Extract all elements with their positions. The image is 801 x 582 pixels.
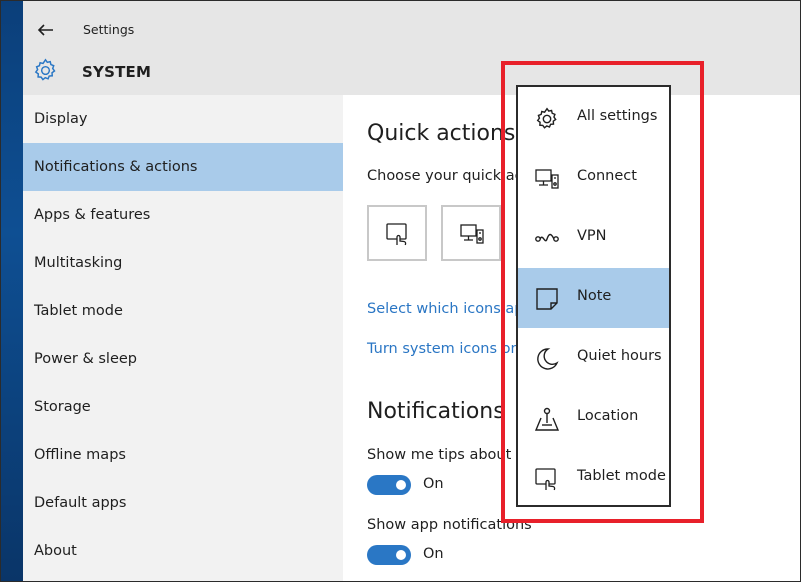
picker-item-label: Note <box>577 288 612 304</box>
quick-actions-heading: Quick actions <box>367 121 516 146</box>
picker-item-label: Quiet hours <box>577 348 662 364</box>
tips-toggle[interactable] <box>367 475 411 495</box>
picker-item-all-settings[interactable]: All settings <box>518 88 669 148</box>
toggle-knob <box>396 550 406 560</box>
picker-item-tablet-mode[interactable]: Tablet mode <box>518 448 669 508</box>
picker-item-note[interactable]: Note <box>518 268 669 328</box>
tips-toggle-state: On <box>423 476 444 492</box>
sidebar-item-about[interactable]: About <box>23 527 343 575</box>
screenshot-frame: Settings SYSTEM Display Notifications & … <box>0 0 801 582</box>
note-icon <box>536 288 558 310</box>
connect-icon <box>535 169 559 189</box>
gear-icon <box>536 107 557 129</box>
sidebar: Display Notifications & actions Apps & f… <box>23 95 343 581</box>
desktop-background <box>1 1 23 581</box>
sidebar-item-power-sleep[interactable]: Power & sleep <box>23 335 343 383</box>
quick-action-tile-tablet-mode[interactable] <box>367 205 427 261</box>
back-arrow-icon[interactable] <box>35 19 57 41</box>
picker-item-label: Tablet mode <box>577 468 666 484</box>
sidebar-item-offline-maps[interactable]: Offline maps <box>23 431 343 479</box>
picker-item-label: Location <box>577 408 639 424</box>
notifications-heading: Notifications <box>367 399 505 424</box>
picker-item-location[interactable]: Location <box>518 388 669 448</box>
toggle-knob <box>396 480 406 490</box>
sidebar-item-tablet-mode[interactable]: Tablet mode <box>23 287 343 335</box>
quick-actions-picker: All settings Connect VPN Note Quiet hour… <box>516 85 671 507</box>
vpn-icon <box>535 233 559 242</box>
window-title: Settings <box>83 22 135 37</box>
moon-icon <box>537 348 559 370</box>
picker-item-quiet-hours[interactable]: Quiet hours <box>518 328 669 388</box>
connect-icon <box>460 224 484 244</box>
sidebar-item-storage[interactable]: Storage <box>23 383 343 431</box>
picker-item-vpn[interactable]: VPN <box>518 208 669 268</box>
picker-item-label: Connect <box>577 168 637 184</box>
gear-icon <box>32 57 59 84</box>
tablet-mode-icon <box>386 223 407 246</box>
sidebar-item-default-apps[interactable]: Default apps <box>23 479 343 527</box>
sidebar-item-notifications-actions[interactable]: Notifications & actions <box>23 143 343 191</box>
app-notifications-toggle[interactable] <box>367 545 411 565</box>
picker-item-connect[interactable]: Connect <box>518 148 669 208</box>
tablet-mode-icon <box>535 468 556 491</box>
section-title: SYSTEM <box>82 63 152 81</box>
picker-item-label: All settings <box>577 108 658 124</box>
sidebar-item-display[interactable]: Display <box>23 95 343 143</box>
sidebar-item-apps-features[interactable]: Apps & features <box>23 191 343 239</box>
quick-action-tile-connect[interactable] <box>441 205 501 261</box>
picker-item-label: VPN <box>577 228 607 244</box>
app-notifications-toggle-state: On <box>423 546 444 562</box>
sidebar-item-multitasking[interactable]: Multitasking <box>23 239 343 287</box>
location-icon <box>534 407 560 431</box>
